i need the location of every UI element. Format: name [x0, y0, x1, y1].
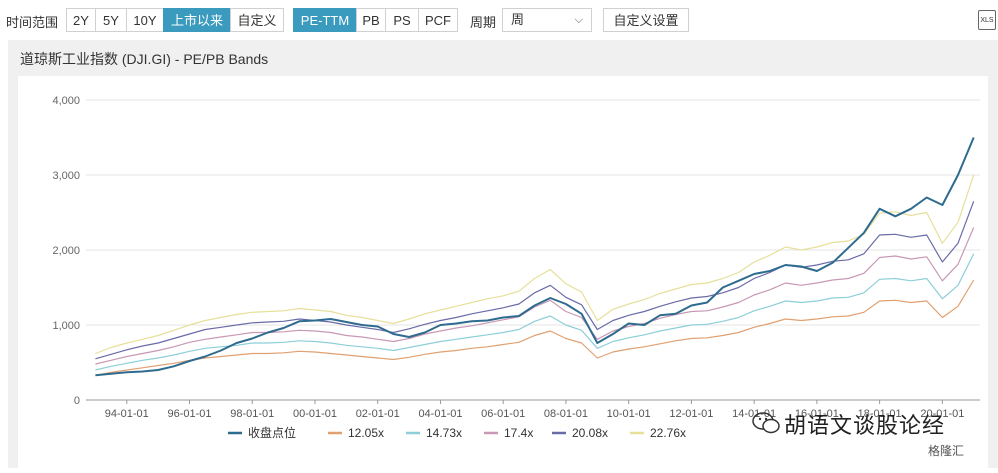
legend-label: 22.76x: [650, 426, 686, 440]
y-tick-label: 4,000: [52, 95, 80, 107]
legend-label: 17.4x: [504, 426, 533, 440]
series-line-0: [95, 137, 975, 377]
metric-pcf-button[interactable]: PCF: [418, 8, 458, 32]
x-tick-label: 98-01-01: [230, 408, 274, 420]
y-tick-label: 3,000: [52, 170, 80, 182]
legend-label: 收盘点位: [248, 425, 296, 440]
range-5y-button[interactable]: 5Y: [95, 8, 127, 32]
series-line-1: [95, 279, 975, 376]
legend-label: 12.05x: [348, 426, 384, 440]
metric-pb-button[interactable]: PB: [356, 8, 386, 32]
chevron-down-icon: ⌵: [574, 14, 583, 26]
chart-title: 道琼斯工业指数 (DJI.GI) - PE/PB Bands: [20, 51, 269, 67]
series-line-2: [95, 253, 975, 371]
chart-panel: 道琼斯工业指数 (DJI.GI) - PE/PB Bands 0 1,000 2,0…: [8, 40, 998, 468]
y-tick-label: 2,000: [52, 245, 80, 257]
legend-label: 20.08x: [572, 426, 608, 440]
x-tick-label: 08-01-01: [544, 408, 588, 420]
series-line-3: [95, 227, 975, 365]
watermark-text: 胡语文谈股论经: [784, 413, 946, 438]
wechat-icon: [752, 412, 780, 434]
period-select[interactable]: 周 ⌵: [502, 8, 592, 32]
range-custom-button[interactable]: 自定义: [230, 8, 284, 32]
x-tick-label: 04-01-01: [418, 408, 462, 420]
legend-label: 14.73x: [426, 426, 462, 440]
range-since-listing-button[interactable]: 上市以来: [163, 8, 231, 32]
x-tick-label: 96-01-01: [167, 408, 211, 420]
period-label: 周期: [470, 15, 497, 30]
period-select-value: 周: [511, 12, 525, 27]
toolbar: 时间范围 2Y 5Y 10Y 上市以来 自定义 PE-TTM PB PS PCF…: [0, 0, 998, 40]
x-tick-label: 06-01-01: [481, 408, 525, 420]
metric-ps-button[interactable]: PS: [385, 8, 419, 32]
range-2y-button[interactable]: 2Y: [66, 8, 96, 32]
metric-pe-ttm-button[interactable]: PE-TTM: [293, 8, 357, 32]
x-tick-label: 94-01-01: [105, 408, 149, 420]
x-tick-label: 10-01-01: [607, 408, 651, 420]
time-range-label: 时间范围: [6, 15, 59, 30]
y-tick-label: 1,000: [52, 320, 80, 332]
y-tick-label: 0: [74, 395, 80, 407]
x-tick-label: 12-01-01: [669, 408, 713, 420]
x-tick-label: 02-01-01: [356, 408, 400, 420]
watermark-logo: 格隆汇: [928, 444, 965, 458]
custom-settings-button[interactable]: 自定义设置: [603, 8, 689, 32]
export-xls-icon[interactable]: XLS: [978, 10, 996, 30]
x-tick-label: 00-01-01: [293, 408, 337, 420]
range-10y-button[interactable]: 10Y: [126, 8, 164, 32]
